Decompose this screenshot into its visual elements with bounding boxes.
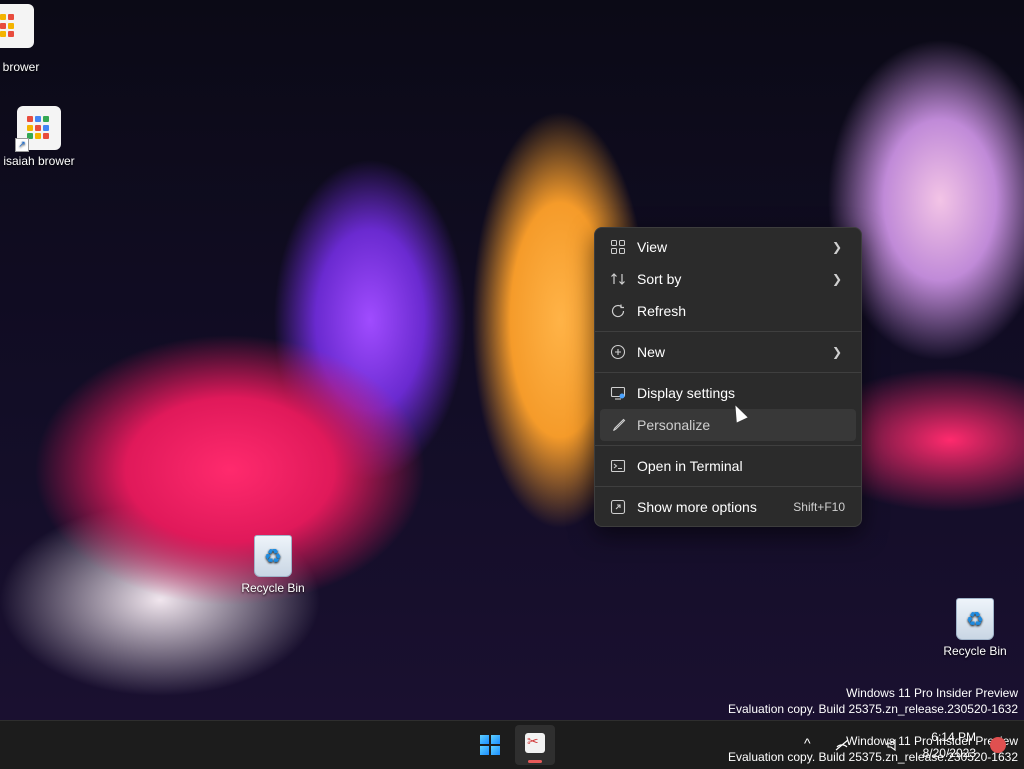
display-settings-icon	[610, 385, 626, 401]
brush-icon	[610, 417, 626, 433]
sort-icon	[610, 271, 626, 287]
recycle-bin-icon	[956, 598, 994, 640]
desktop-icon-label: Recycle Bin	[943, 644, 1007, 658]
desktop-icon-label: brower	[2, 60, 40, 74]
desktop-icon-recycle-bin[interactable]: Recycle Bin	[935, 598, 1015, 658]
shortcut-arrow-icon: ↗	[15, 138, 29, 152]
taskbar: ^ Windows 11 Pro Insider Preview Evaluat…	[0, 720, 1024, 769]
menu-separator	[595, 372, 861, 373]
desktop-context-menu: View ❯ Sort by ❯ Refresh New ❯ Display s…	[594, 227, 862, 527]
menu-item-label: Open in Terminal	[637, 458, 743, 474]
start-button[interactable]	[470, 725, 510, 765]
view-grid-icon	[610, 239, 626, 255]
clock-date: 8/20/2023	[922, 746, 976, 760]
desktop-icon-isaiah-brower[interactable]: ↗ isaiah brower	[0, 106, 79, 168]
taskbar-app-snipping-tool[interactable]	[515, 725, 555, 765]
app-grid-icon	[0, 4, 34, 48]
menu-item-label: Show more options	[637, 499, 757, 515]
menu-item-label: New	[637, 344, 666, 360]
menu-item-label: View	[637, 239, 668, 255]
snipping-tool-icon	[525, 733, 545, 753]
menu-item-open-in-terminal[interactable]: Open in Terminal	[600, 450, 856, 482]
windows-logo-icon	[480, 735, 500, 755]
chevron-right-icon: ❯	[831, 345, 842, 359]
menu-separator	[595, 331, 861, 332]
notification-badge-icon[interactable]	[990, 737, 1006, 753]
chevron-right-icon: ❯	[831, 240, 842, 254]
add-circle-icon	[610, 344, 626, 360]
menu-item-shortcut: Shift+F10	[793, 500, 845, 514]
recycle-bin-icon	[254, 535, 292, 577]
watermark-line1: Windows 11 Pro Insider Preview	[846, 686, 1018, 700]
evaluation-watermark: Windows 11 Pro Insider Preview Evaluatio…	[728, 685, 1018, 717]
chevron-right-icon: ❯	[831, 272, 842, 286]
menu-item-personalize[interactable]: Personalize	[600, 409, 856, 441]
refresh-icon	[610, 303, 626, 319]
menu-separator	[595, 486, 861, 487]
system-clock[interactable]: 6:14 PM 8/20/2023	[923, 729, 976, 761]
clock-time: 6:14 PM	[931, 730, 976, 744]
desktop-wallpaper	[0, 0, 1024, 720]
menu-item-view[interactable]: View ❯	[600, 231, 856, 263]
desktop-icon-label: Recycle Bin	[241, 581, 305, 595]
menu-item-label: Sort by	[637, 271, 682, 287]
menu-item-display-settings[interactable]: Display settings	[600, 377, 856, 409]
menu-separator	[595, 445, 861, 446]
desktop-icon-recycle-bin[interactable]: Recycle Bin	[233, 535, 313, 595]
menu-item-label: Refresh	[637, 303, 687, 319]
menu-item-label: Personalize	[637, 417, 711, 433]
menu-item-new[interactable]: New ❯	[600, 336, 856, 368]
app-grid-icon: ↗	[15, 106, 61, 152]
menu-item-show-more-options[interactable]: Show more options Shift+F10	[600, 491, 856, 523]
menu-item-refresh[interactable]: Refresh	[600, 295, 856, 327]
running-indicator	[528, 760, 542, 763]
desktop-icon-label: isaiah brower	[3, 154, 75, 168]
menu-item-label: Display settings	[637, 385, 736, 401]
terminal-icon	[610, 458, 626, 474]
more-options-icon	[610, 499, 626, 515]
desktop-icon-app-partial[interactable]: brower	[0, 0, 52, 74]
watermark-line2: Evaluation copy. Build 25375.zn_release.…	[728, 702, 1018, 716]
menu-item-sort-by[interactable]: Sort by ❯	[600, 263, 856, 295]
